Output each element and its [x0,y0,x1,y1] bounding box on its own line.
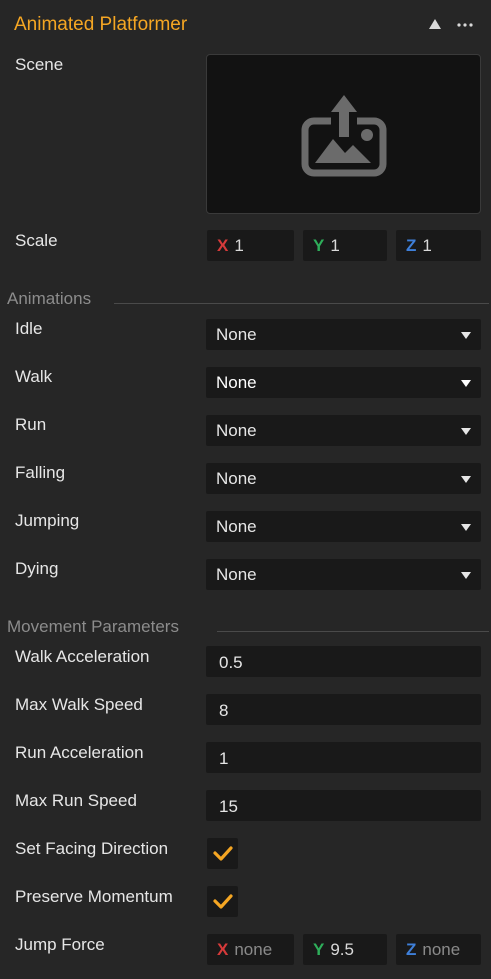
idle-select[interactable]: None [206,319,481,350]
run-label: Run [15,415,47,434]
more-options-icon[interactable] [455,16,475,32]
walk-select[interactable]: None [206,367,481,398]
run-select-value: None [216,421,257,440]
scale-x-value: 1 [234,236,244,255]
jumping-label: Jumping [15,511,80,530]
walk-label: Walk [15,367,53,386]
scale-z-field[interactable]: Z1 [396,230,481,261]
animations-section-title: Animations [7,289,92,308]
scene-label: Scene [15,55,64,74]
run-acceleration-input[interactable]: 1 [206,742,481,773]
run-select[interactable]: None [206,415,481,446]
falling-select[interactable]: None [206,463,481,494]
section-divider [114,303,489,304]
max-walk-speed-label: Max Walk Speed [15,695,143,714]
scale-y-field[interactable]: Y1 [303,230,387,261]
chevron-down-icon [461,476,471,483]
jump-force-y-value: 9.5 [330,940,354,959]
falling-label: Falling [15,463,66,482]
set-facing-direction-label: Set Facing Direction [15,839,169,858]
section-divider [217,631,489,632]
image-upload-icon [301,95,387,177]
jump-force-y-field[interactable]: Y 9.5 [303,934,387,965]
checkmark-icon [213,894,233,909]
collapse-icon[interactable] [427,17,443,31]
jump-force-z-value: none [422,940,461,959]
movement-section-title: Movement Parameters [7,617,179,636]
chevron-down-icon [461,428,471,435]
idle-select-value: None [216,325,257,344]
max-run-speed-input[interactable]: 15 [206,790,481,821]
jump-force-z-field[interactable]: Znone [396,934,481,965]
z-axis-label: Z [406,236,417,255]
walk-select-value: None [216,373,257,392]
jumping-select[interactable]: None [206,511,481,542]
dying-select[interactable]: None [206,559,481,590]
panel-title: Animated Platformer [14,14,188,35]
jumping-select-value: None [216,517,257,536]
scene-drop-zone[interactable] [206,54,481,214]
z-axis-label: Z [406,940,417,959]
jump-force-label: Jump Force [15,935,105,954]
dying-label: Dying [15,559,59,578]
scale-label: Scale [15,231,58,250]
jump-force-x-value: none [234,940,273,959]
scale-z-value: 1 [422,236,432,255]
chevron-down-icon [461,332,471,339]
walk-acceleration-label: Walk Acceleration [15,647,150,666]
idle-label: Idle [15,319,43,338]
dying-select-value: None [216,565,257,584]
preserve-momentum-checkbox[interactable] [207,886,238,917]
checkmark-icon [213,846,233,861]
preserve-momentum-label: Preserve Momentum [15,887,173,906]
jump-force-x-field[interactable]: Xnone [207,934,294,965]
scale-x-field[interactable]: X1 [207,230,294,261]
scale-y-value: 1 [330,236,340,255]
y-axis-label: Y [313,940,325,959]
x-axis-label: X [217,236,229,255]
y-axis-label: Y [313,236,325,255]
falling-select-value: None [216,469,257,488]
x-axis-label: X [217,940,229,959]
chevron-down-icon [461,380,471,387]
chevron-down-icon [461,524,471,531]
run-acceleration-label: Run Acceleration [15,743,144,762]
max-walk-speed-input[interactable]: 8 [206,694,481,725]
set-facing-direction-checkbox[interactable] [207,838,238,869]
max-run-speed-label: Max Run Speed [15,791,137,810]
walk-acceleration-input[interactable]: 0.5 [206,646,481,677]
chevron-down-icon [461,572,471,579]
